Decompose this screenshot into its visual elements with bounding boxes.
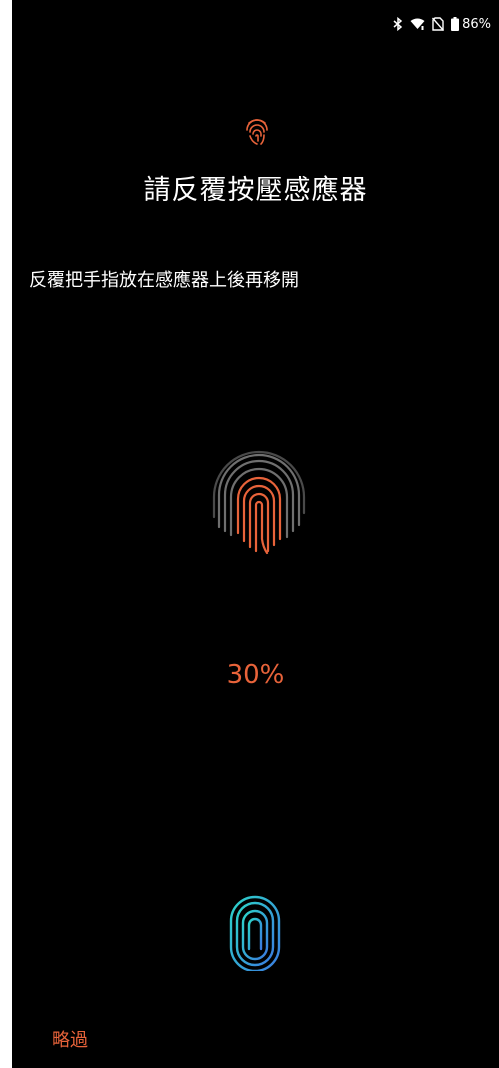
fingerprint-sensor-icon[interactable] (227, 893, 283, 973)
enrollment-progress: 30% (226, 660, 285, 690)
wifi-icon (410, 18, 425, 31)
instruction-text: 反覆把手指放在感應器上後再移開 (29, 270, 299, 291)
battery-percentage: 86% (462, 16, 491, 32)
battery-icon (451, 17, 460, 31)
no-sim-icon (432, 17, 445, 31)
fingerprint-progress-icon (211, 447, 307, 555)
skip-button[interactable]: 略過 (52, 1026, 88, 1052)
battery-indicator: 86% (451, 17, 491, 32)
status-bar: 86% (393, 14, 491, 34)
fingerprint-header-icon (244, 116, 270, 146)
page-title: 請反覆按壓感應器 (143, 175, 368, 206)
enrollment-screen: 86% 請反覆按壓感應器 反覆把手指放在感應器上後再移開 30% 略過 (12, 0, 499, 1068)
bluetooth-icon (393, 17, 403, 31)
